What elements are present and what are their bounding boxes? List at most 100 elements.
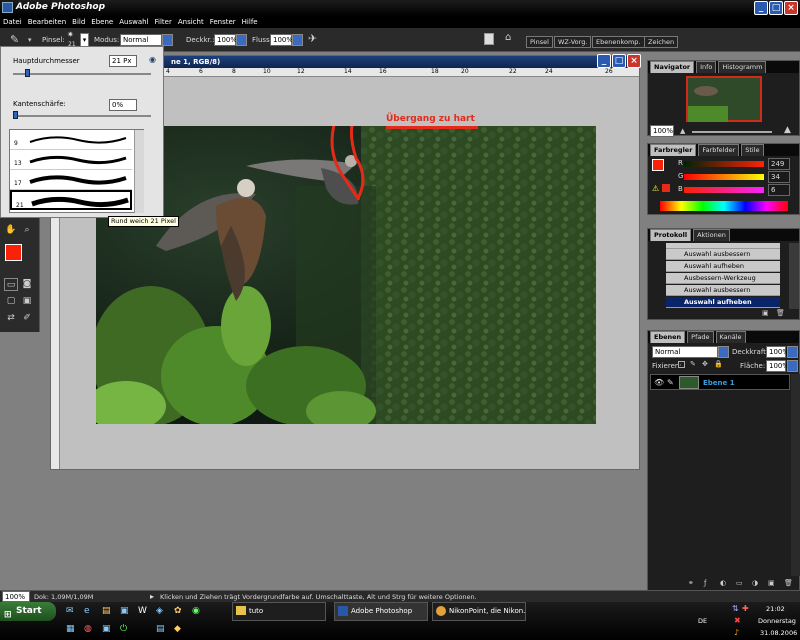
new-snapshot-icon[interactable]: ▣ bbox=[762, 309, 769, 317]
brush-preview-icon[interactable]: ✷ bbox=[67, 30, 74, 39]
layer-visibility-eye-icon[interactable]: 👁 bbox=[654, 378, 664, 387]
hardness-slider-thumb[interactable] bbox=[13, 111, 18, 119]
main-diameter-input[interactable]: 21 Px bbox=[109, 55, 137, 67]
clock-time[interactable]: 21:02 bbox=[766, 605, 785, 613]
quicklaunch-mail-icon[interactable]: ✉ bbox=[66, 606, 74, 616]
opacity-input[interactable]: 100% bbox=[214, 34, 237, 46]
tray-network-icon[interactable]: ⇅ bbox=[732, 604, 739, 613]
tab-aktionen[interactable]: Aktionen bbox=[693, 229, 730, 241]
color-panel-foreground[interactable] bbox=[652, 159, 664, 171]
tray-app-icon[interactable]: ✚ bbox=[742, 604, 749, 613]
tab-stile[interactable]: Stile bbox=[741, 144, 764, 156]
color-spectrum[interactable] bbox=[660, 201, 788, 211]
layer-row-selected[interactable]: 👁 ✎ Ebene 1 bbox=[650, 374, 790, 390]
quicklaunch-extra-icon[interactable]: ◉ bbox=[192, 606, 200, 616]
status-zoom-input[interactable]: 100% bbox=[2, 591, 30, 602]
task-nikonpoint[interactable]: NikonPoint, die Nikon... bbox=[432, 602, 526, 621]
diameter-slider-thumb[interactable] bbox=[25, 69, 30, 77]
quicklaunch-tool-icon[interactable]: ✿ bbox=[174, 606, 182, 616]
jump-to-imageready-icon[interactable]: ⇄ bbox=[4, 312, 18, 325]
g-input[interactable]: 34 bbox=[768, 171, 790, 183]
history-item[interactable]: Auswahl aufheben bbox=[666, 261, 780, 272]
layer-style-icon[interactable]: ƒ bbox=[704, 579, 706, 587]
blend-mode-dropdown-arrow[interactable] bbox=[718, 346, 729, 358]
quicklaunch-row2-icon[interactable]: ◍ bbox=[84, 624, 92, 634]
screen-mode-standard-icon[interactable]: ▢ bbox=[4, 295, 18, 308]
mode-dropdown-arrow[interactable] bbox=[162, 34, 173, 46]
layer-fill-slider-button[interactable] bbox=[787, 360, 798, 372]
edit-tool-icon[interactable]: ✐ bbox=[20, 312, 34, 325]
zoom-tool-icon[interactable]: ⌕ bbox=[20, 224, 34, 237]
task-tuto[interactable]: tuto bbox=[232, 602, 326, 621]
layer-name[interactable]: Ebene 1 bbox=[703, 379, 735, 387]
b-slider[interactable] bbox=[684, 187, 764, 193]
hardness-slider-track[interactable] bbox=[13, 115, 151, 117]
quicklaunch-row2-icon[interactable]: ▤ bbox=[156, 624, 165, 634]
zoom-in-icon[interactable]: ▲ bbox=[784, 125, 791, 135]
menu-auswahl[interactable]: Auswahl bbox=[116, 16, 151, 28]
zoom-out-icon[interactable]: ▲ bbox=[680, 127, 685, 135]
tab-farbfelder[interactable]: Farbfelder bbox=[698, 144, 740, 156]
tab-farbregler[interactable]: Farbregler bbox=[650, 144, 697, 156]
doc-close-button[interactable]: × bbox=[627, 54, 641, 68]
layer-fill-input[interactable]: 100% bbox=[766, 360, 789, 372]
menu-bearbeiten[interactable]: Bearbeiten bbox=[25, 16, 69, 28]
tab-ebenenkomp[interactable]: Ebenenkomp. bbox=[592, 36, 645, 48]
minimize-button[interactable]: _ bbox=[754, 1, 768, 15]
tab-histogramm[interactable]: Histogramm bbox=[718, 61, 767, 73]
menu-datei[interactable]: Datei bbox=[0, 16, 25, 28]
brush-preset-row[interactable]: 17 bbox=[10, 170, 132, 190]
history-item-selected[interactable]: Auswahl aufheben bbox=[666, 297, 780, 308]
quicklaunch-word-icon[interactable]: W bbox=[138, 606, 147, 616]
tool-preset-dropdown[interactable]: ▾ bbox=[28, 36, 32, 44]
layer-opacity-input[interactable]: 100% bbox=[766, 346, 789, 358]
quicklaunch-row2-icon[interactable]: ⏻ bbox=[120, 624, 127, 634]
tab-protokoll[interactable]: Protokoll bbox=[650, 229, 692, 241]
r-input[interactable]: 249 bbox=[768, 158, 790, 170]
blend-mode-select[interactable]: Normal bbox=[652, 346, 718, 358]
opacity-slider-button[interactable] bbox=[236, 34, 247, 46]
history-item[interactable]: Auswahl ausbessern bbox=[666, 249, 780, 260]
lock-position-icon[interactable]: ✥ bbox=[702, 360, 708, 368]
menu-bild[interactable]: Bild bbox=[69, 16, 88, 28]
panel-menu-icon[interactable]: ◉ bbox=[149, 55, 156, 64]
tray-security-icon[interactable]: ✖ bbox=[734, 616, 741, 625]
r-slider[interactable] bbox=[684, 161, 764, 167]
doc-maximize-button[interactable]: □ bbox=[612, 54, 626, 68]
quicklaunch-app-icon[interactable]: ▣ bbox=[120, 606, 129, 616]
gamut-swatch[interactable] bbox=[662, 184, 670, 192]
g-slider[interactable] bbox=[684, 174, 764, 180]
mode-select[interactable]: Normal bbox=[120, 34, 162, 46]
hardness-input[interactable]: 0% bbox=[109, 99, 137, 111]
tab-pfade[interactable]: Pfade bbox=[687, 331, 714, 343]
layer-mask-icon[interactable]: ◐ bbox=[720, 579, 726, 587]
quicklaunch-row2-icon[interactable]: ▣ bbox=[102, 624, 111, 634]
language-indicator[interactable]: DE bbox=[698, 617, 707, 625]
layer-opacity-slider-button[interactable] bbox=[787, 346, 798, 358]
lock-all-icon[interactable]: 🔒 bbox=[714, 360, 723, 368]
layers-scrollbar[interactable] bbox=[791, 374, 800, 576]
navigator-zoom-input[interactable]: 100% bbox=[650, 125, 674, 137]
menu-ansicht[interactable]: Ansicht bbox=[175, 16, 207, 28]
new-layer-icon[interactable]: ▣ bbox=[768, 579, 775, 587]
maximize-button[interactable]: □ bbox=[769, 1, 783, 15]
quicklaunch-ie-icon[interactable]: e bbox=[84, 606, 90, 616]
airbrush-icon[interactable]: ✈ bbox=[308, 32, 317, 45]
brush-preset-row[interactable]: 9 bbox=[10, 130, 132, 150]
tab-pinsel[interactable]: Pinsel bbox=[526, 36, 553, 48]
navigator-zoom-slider[interactable] bbox=[692, 131, 772, 133]
hand-tool-icon[interactable]: ✋ bbox=[4, 224, 18, 237]
tray-volume-icon[interactable]: ♪ bbox=[734, 628, 739, 637]
history-delete-icon[interactable]: 🗑 bbox=[776, 309, 785, 317]
quicklaunch-folder-icon[interactable]: ▤ bbox=[102, 606, 111, 616]
brush-tool-icon[interactable]: ✎ bbox=[10, 33, 19, 46]
diameter-slider-track[interactable] bbox=[13, 73, 151, 75]
screen-mode-full-icon[interactable]: ▣ bbox=[20, 295, 34, 308]
delete-layer-icon[interactable]: 🗑 bbox=[784, 579, 793, 587]
gamut-warning-icon[interactable]: ⚠ bbox=[652, 184, 659, 193]
doc-minimize-button[interactable]: _ bbox=[597, 54, 611, 68]
adjustment-layer-icon[interactable]: ◑ bbox=[752, 579, 758, 587]
history-item[interactable]: Auswahl ausbessern bbox=[666, 285, 780, 296]
brush-preset-row-selected[interactable]: 21 bbox=[10, 190, 132, 210]
brush-preset-row[interactable]: 13 bbox=[10, 150, 132, 170]
